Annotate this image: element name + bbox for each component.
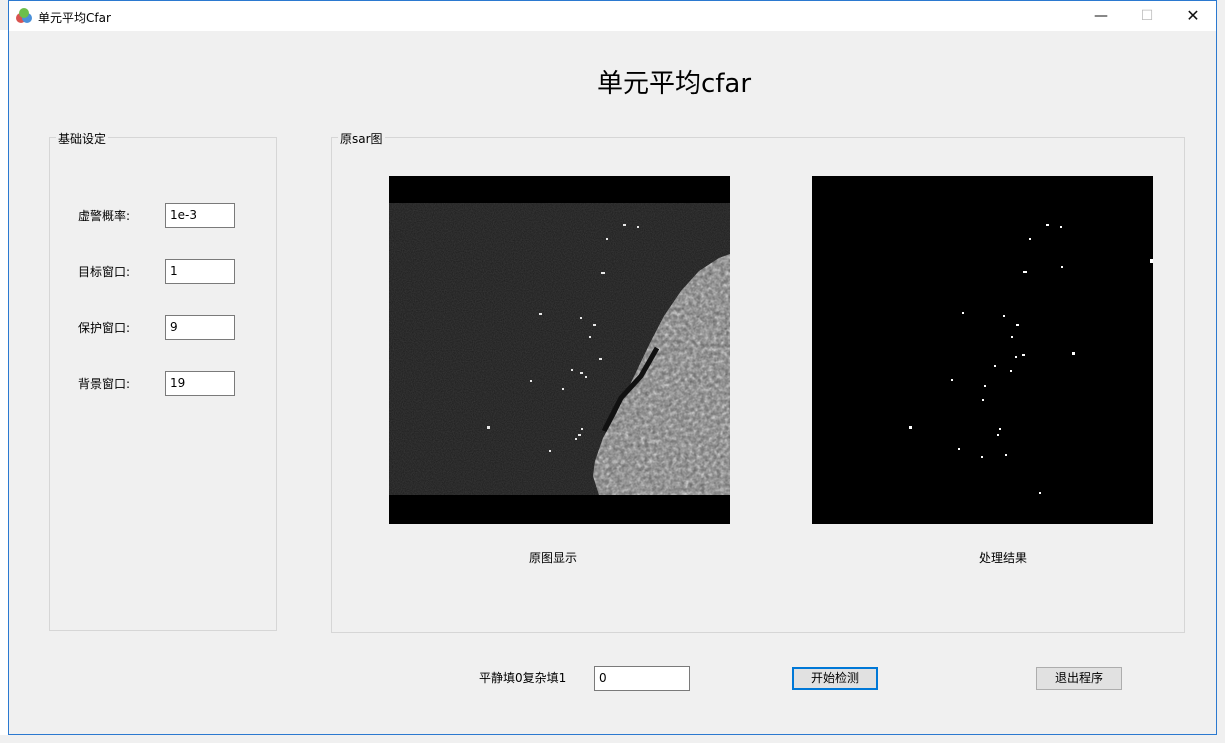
- title-bar[interactable]: 单元平均Cfar — ☐ ✕: [9, 1, 1216, 31]
- target-window-label: 目标窗口:: [78, 265, 131, 279]
- app-window: 单元平均Cfar — ☐ ✕ 单元平均cfar 基础设定 虚警概率: 1e-3 …: [8, 0, 1217, 735]
- maximize-icon: ☐: [1140, 8, 1154, 24]
- false-alarm-input[interactable]: 1e-3: [165, 203, 235, 228]
- background-window-label: 背景窗口:: [78, 377, 131, 391]
- settings-group-legend: 基础设定: [56, 130, 109, 147]
- false-alarm-label: 虚警概率:: [78, 209, 131, 223]
- exit-button[interactable]: 退出程序: [1036, 667, 1122, 690]
- original-caption: 原图显示: [529, 551, 578, 565]
- sar-image-graphic: [389, 176, 730, 524]
- result-caption: 处理结果: [979, 551, 1028, 565]
- page-title: 单元平均cfar: [596, 69, 752, 99]
- close-icon: ✕: [1186, 6, 1200, 25]
- original-image: [389, 176, 730, 524]
- result-image: [812, 176, 1153, 524]
- app-icon: [16, 8, 32, 23]
- minimize-icon: —: [1094, 8, 1108, 24]
- background-window: [0, 30, 8, 735]
- background-window-input[interactable]: 19: [165, 371, 235, 396]
- close-button[interactable]: ✕: [1170, 1, 1216, 31]
- image-group-legend: 原sar图: [338, 130, 385, 147]
- mode-label: 平静填0复杂填1: [479, 671, 567, 685]
- window-title: 单元平均Cfar: [38, 11, 111, 25]
- mode-input[interactable]: 0: [594, 666, 690, 691]
- target-window-input[interactable]: 1: [165, 259, 235, 284]
- maximize-button[interactable]: ☐: [1124, 1, 1170, 31]
- start-detection-button[interactable]: 开始检测: [792, 667, 878, 690]
- guard-window-input[interactable]: 9: [165, 315, 235, 340]
- minimize-button[interactable]: —: [1078, 1, 1124, 31]
- guard-window-label: 保护窗口:: [78, 321, 131, 335]
- detection-result-graphic: [909, 224, 1153, 494]
